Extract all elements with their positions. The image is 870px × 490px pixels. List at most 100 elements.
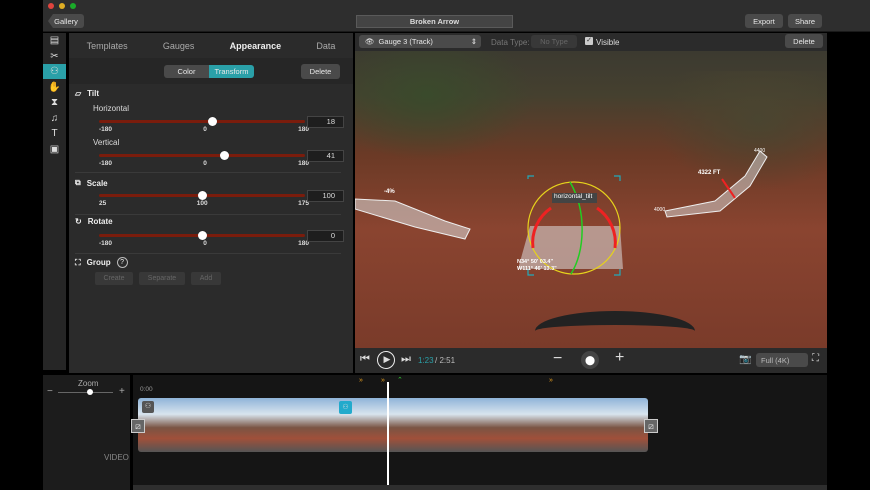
skip-forward-icon[interactable]: ⏭ bbox=[401, 353, 411, 366]
music-icon[interactable]: ♫ bbox=[43, 111, 66, 126]
viewer-toolbar: 👁 Gauge 3 (Track) ⇕ Data Type: No Type ✓ V… bbox=[355, 33, 827, 51]
tab-data[interactable]: Data bbox=[316, 41, 335, 51]
playback-controls: ⏮ ▶ ⏭ 1:23 / 2:51 − ⬤ + 📷 Full (4K) ⛶ bbox=[355, 348, 827, 373]
rotate-section: ↻ Rotate -180 0 180 0 bbox=[75, 217, 347, 252]
tab-appearance[interactable]: Appearance bbox=[230, 41, 282, 51]
panel-subtoolbar: Color Transform Delete bbox=[69, 58, 353, 84]
timeline-zoom-out[interactable]: − bbox=[47, 386, 53, 397]
camera-icon[interactable]: 📷 bbox=[739, 354, 751, 365]
minimize-window-button[interactable] bbox=[59, 3, 65, 9]
tilt-icon: ▱ bbox=[75, 89, 82, 98]
tick-min: -180 bbox=[99, 126, 113, 133]
gauge-select[interactable]: 👁 Gauge 3 (Track) ⇕ bbox=[359, 35, 481, 48]
rotate-value-field[interactable]: 0 bbox=[307, 230, 344, 242]
tick-mid: 0 bbox=[203, 126, 207, 133]
tick-min: -180 bbox=[99, 160, 113, 167]
segment-transform[interactable]: Transform bbox=[209, 65, 254, 78]
vertical-value-field[interactable]: 41 bbox=[307, 150, 344, 162]
zoom-out-button[interactable]: − bbox=[553, 350, 562, 368]
timeline-zoom-in[interactable]: + bbox=[119, 386, 125, 397]
gauge-select-value: Gauge 3 (Track) bbox=[378, 37, 433, 46]
rotate-title: Rotate bbox=[87, 217, 113, 226]
keyframe-marker[interactable]: » bbox=[359, 377, 363, 384]
visible-checkbox[interactable]: ✓ bbox=[585, 37, 593, 45]
slider-knob[interactable] bbox=[197, 231, 207, 240]
horizontal-value-field[interactable]: 18 bbox=[307, 116, 344, 128]
crop-icon[interactable]: ⧗ bbox=[43, 95, 66, 110]
separate-group-button[interactable]: Separate bbox=[139, 272, 185, 285]
data-type-label: Data Type: bbox=[491, 38, 530, 47]
vertical-label: Vertical bbox=[93, 138, 120, 147]
video-clip[interactable] bbox=[138, 398, 648, 452]
scale-value-field[interactable]: 100 bbox=[307, 190, 344, 202]
gauge-icon[interactable]: ⚇ bbox=[43, 64, 66, 79]
playhead[interactable] bbox=[387, 382, 389, 487]
scale-slider[interactable] bbox=[99, 191, 305, 200]
divider bbox=[75, 253, 341, 254]
select-arrows-icon: ⇕ bbox=[470, 37, 477, 46]
zoom-label: Zoom bbox=[78, 379, 99, 388]
zoom-slider[interactable] bbox=[58, 389, 113, 395]
play-button[interactable]: ▶ bbox=[377, 351, 395, 369]
transition-icon[interactable]: ⧄ bbox=[131, 419, 145, 433]
rotate-slider[interactable] bbox=[99, 231, 305, 240]
vertical-slider[interactable] bbox=[99, 151, 305, 160]
tab-templates[interactable]: Templates bbox=[87, 41, 128, 51]
horizontal-slider[interactable] bbox=[99, 117, 305, 126]
close-window-button[interactable] bbox=[48, 3, 54, 9]
start-time: 0:00 bbox=[140, 386, 153, 393]
share-button[interactable]: Share bbox=[788, 14, 822, 28]
skip-back-icon[interactable]: ⏮ bbox=[360, 353, 370, 366]
segment-color[interactable]: Color bbox=[164, 65, 209, 78]
quality-select[interactable]: Full (4K) bbox=[756, 353, 808, 367]
keyframe-marker[interactable]: » bbox=[549, 377, 553, 384]
gallery-button[interactable]: Gallery bbox=[48, 14, 84, 28]
export-button[interactable]: Export bbox=[745, 14, 783, 28]
timeline-header: Zoom − + VIDEO bbox=[43, 375, 130, 490]
viewer-delete-button[interactable]: Delete bbox=[785, 34, 823, 48]
delete-gauge-button[interactable]: Delete bbox=[301, 64, 340, 79]
rotate-icon: ↻ bbox=[75, 217, 82, 226]
current-time: 1:23 bbox=[418, 356, 434, 365]
help-icon[interactable]: ? bbox=[116, 257, 128, 268]
grade-readout: -4% bbox=[384, 189, 395, 195]
timeline-scrollbar[interactable] bbox=[133, 485, 827, 490]
timeline-tracks[interactable]: 0:00 » » ⌃ » ⚇ ⚇ ⧄ ⧄ bbox=[131, 375, 827, 490]
recenter-button[interactable]: ⬤ bbox=[581, 351, 599, 369]
horizontal-label: Horizontal bbox=[93, 104, 130, 113]
add-to-group-button[interactable]: Add bbox=[191, 272, 221, 285]
scissors-icon[interactable]: ✂ bbox=[43, 49, 66, 64]
slider-knob[interactable] bbox=[207, 117, 217, 126]
video-preview[interactable]: horizontal_tilt -4% 4322 FT 4400 4000 N3… bbox=[355, 51, 827, 348]
group-icon: ⛶ bbox=[75, 257, 81, 267]
altitude-gauge bbox=[664, 150, 768, 218]
panel-tabs: Templates Gauges Appearance Data bbox=[69, 33, 353, 58]
keyframe-marker[interactable]: » bbox=[381, 377, 385, 384]
slider-knob[interactable] bbox=[220, 151, 230, 160]
zoom-in-button[interactable]: + bbox=[615, 349, 624, 367]
gauge-clip-icon[interactable]: ⚇ bbox=[142, 401, 154, 413]
eye-icon: 👁 bbox=[365, 37, 375, 46]
film-icon[interactable]: ▤ bbox=[43, 33, 66, 48]
tick-min: -180 bbox=[99, 240, 113, 247]
slider-knob[interactable] bbox=[197, 191, 207, 200]
image-icon[interactable]: ▣ bbox=[43, 142, 66, 157]
fullscreen-icon[interactable]: ⛶ bbox=[812, 353, 819, 364]
group-title: Group bbox=[86, 258, 111, 267]
zoom-knob[interactable] bbox=[87, 389, 93, 395]
project-title-field[interactable]: Broken Arrow bbox=[356, 15, 513, 28]
hand-icon[interactable]: ✋ bbox=[43, 80, 66, 95]
gauge-marker[interactable]: ⌃ bbox=[397, 376, 403, 384]
data-type-select[interactable]: No Type bbox=[531, 35, 577, 48]
gauge-clip-icon-active[interactable]: ⚇ bbox=[339, 401, 352, 414]
gauge-label: horizontal_tilt bbox=[554, 193, 593, 200]
tab-gauges[interactable]: Gauges bbox=[163, 41, 195, 51]
title-bar: Gallery Broken Arrow Export Share bbox=[43, 0, 870, 32]
tool-sidebar: ▤ ✂ ⚇ ✋ ⧗ ♫ T ▣ bbox=[43, 33, 66, 370]
create-group-button[interactable]: Create bbox=[95, 272, 133, 285]
scale-section: ⧉ Scale 25 100 175 100 bbox=[75, 178, 347, 213]
transition-icon[interactable]: ⧄ bbox=[644, 419, 658, 433]
text-icon[interactable]: T bbox=[43, 126, 66, 141]
group-section: ⛶ Group ? Create Separate Add bbox=[75, 257, 347, 292]
maximize-window-button[interactable] bbox=[70, 3, 76, 9]
